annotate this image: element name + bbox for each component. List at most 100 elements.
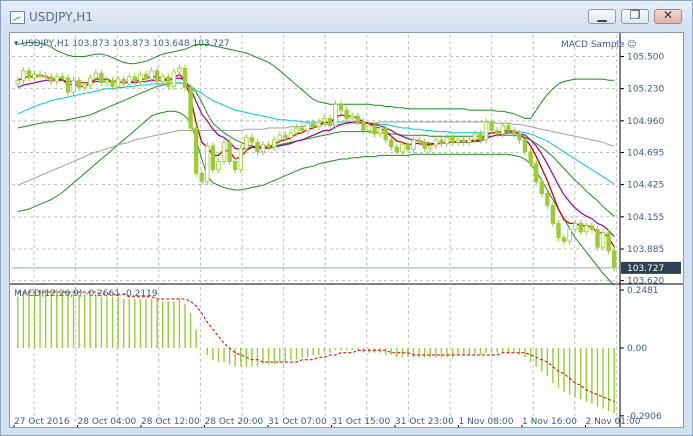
candle-body — [389, 139, 394, 148]
candle-body — [422, 141, 427, 149]
candle-body — [366, 125, 372, 131]
candle-body — [232, 160, 238, 171]
candle-body — [171, 71, 177, 87]
candle-body — [115, 78, 121, 87]
candle-body — [550, 205, 556, 224]
expert-label: MACD Sample — [561, 40, 625, 50]
candle-body — [132, 76, 138, 82]
candle-body — [299, 127, 305, 131]
candle-body — [88, 77, 93, 86]
restore-icon: ❐ — [629, 8, 641, 22]
time-tick-label: 28 Oct 12:00 — [141, 417, 200, 427]
candle-body — [154, 70, 160, 82]
candle-body — [606, 232, 611, 252]
candle-body — [467, 139, 472, 143]
candle-body — [545, 193, 550, 206]
candle-body — [433, 139, 439, 147]
candle-body — [572, 222, 578, 230]
chart-area[interactable]: 105.500 105.230 104.960 104.695 104.425 104.1… — [9, 32, 684, 428]
close-button[interactable]: ✕ — [654, 8, 682, 24]
candle-body — [405, 144, 411, 150]
candle-body — [489, 121, 494, 131]
candle-body — [506, 125, 511, 131]
candle-body — [483, 121, 489, 141]
candle-body — [21, 70, 26, 81]
candle-body — [244, 137, 249, 149]
candle-body — [93, 72, 99, 79]
candle-body — [49, 76, 54, 82]
candle-body — [288, 132, 294, 138]
candle-body — [37, 73, 43, 77]
candle-body — [589, 225, 595, 230]
time-tick-label: 1 Nov 08:00 — [459, 417, 514, 427]
candle-body — [160, 76, 165, 82]
ma-mid-line — [17, 77, 615, 237]
candle-body — [377, 127, 383, 135]
candle-body — [249, 137, 255, 143]
candle-body — [210, 145, 216, 171]
price-tick-label: 104.695 — [627, 148, 664, 158]
candle-body — [271, 139, 277, 148]
candle-body — [193, 127, 199, 174]
candle-body — [199, 172, 204, 183]
candle-body — [205, 145, 210, 183]
candle-body — [439, 139, 444, 144]
candles — [15, 64, 617, 272]
candle-body — [361, 121, 366, 131]
candle-body — [182, 67, 188, 88]
candle-body — [71, 79, 76, 93]
candle-body — [277, 134, 282, 141]
minimize-button[interactable]: ▁ — [588, 8, 616, 24]
candle-body — [472, 133, 478, 141]
time-tick-label: 28 Oct 20:00 — [205, 417, 264, 427]
candle-body — [478, 133, 483, 141]
restore-button[interactable]: ❐ — [621, 8, 649, 24]
candle-body — [561, 237, 567, 242]
candle-body — [600, 232, 606, 248]
price-tick-label: 103.885 — [627, 245, 664, 255]
candle-body — [32, 73, 37, 79]
candle-body — [455, 139, 461, 143]
candle-body — [522, 139, 528, 153]
time-tick-label: 27 Oct 2016 — [14, 417, 70, 427]
close-icon: ✕ — [662, 8, 674, 22]
candle-body — [416, 139, 422, 143]
candle-body — [143, 73, 149, 80]
candle-body — [110, 79, 115, 87]
candle-body — [612, 250, 617, 268]
candle-body — [26, 70, 32, 79]
candle-body — [121, 78, 126, 85]
candle-body — [556, 222, 561, 239]
candle-body — [316, 121, 321, 128]
candle-body — [338, 103, 344, 111]
chart-window-icon — [10, 11, 25, 24]
chart-canvas[interactable]: 105.500 105.230 104.960 104.695 104.425 104.1… — [10, 33, 683, 427]
candle-body — [294, 127, 299, 134]
candle-body — [82, 84, 87, 88]
price-axis: 105.500 105.230 104.960 104.695 104.425 104.1… — [620, 52, 681, 422]
time-tick-label: 2 Nov 01:00 — [586, 417, 641, 427]
candle-body — [494, 129, 500, 135]
macd-tick-label: 0.00 — [627, 344, 647, 354]
candle-body — [227, 141, 232, 162]
candle-body — [260, 144, 266, 153]
candle-body — [539, 181, 544, 194]
candle-body — [567, 228, 572, 242]
candle-body — [444, 137, 450, 144]
price-tick-label: 104.960 — [627, 117, 664, 127]
title-bar[interactable]: USDJPY,H1 ▁ ❐ ✕ — [1, 1, 692, 31]
candle-body — [322, 118, 327, 123]
candle-body — [333, 103, 338, 127]
candle-body — [428, 145, 433, 149]
candle-body — [255, 141, 260, 153]
candle-body — [517, 133, 522, 141]
chart-window: USDJPY,H1 ▁ ❐ ✕ 105.500 105.230 104.960 104… — [0, 0, 693, 436]
candle-body — [283, 134, 288, 138]
window-title: USDJPY,H1 — [29, 10, 93, 24]
candle-body — [578, 222, 583, 233]
candle-body — [305, 122, 310, 131]
candle-body — [127, 76, 132, 85]
candle-body — [383, 127, 388, 141]
candle-body — [65, 77, 71, 93]
candle-body — [43, 75, 48, 78]
